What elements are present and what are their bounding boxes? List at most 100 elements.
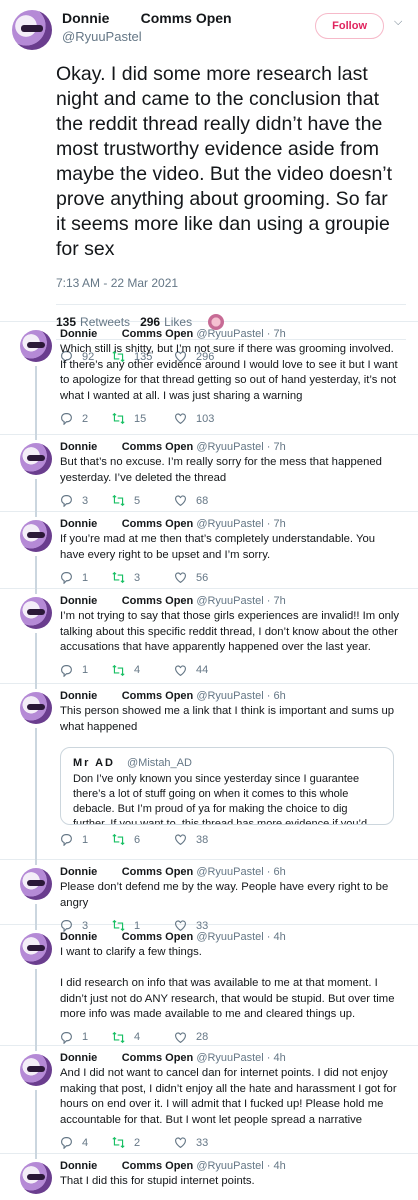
reply-text: That I did this for stupid internet poin… — [60, 1175, 255, 1187]
reply-icon — [61, 413, 72, 425]
reply-actions: 1 4 44 — [60, 664, 406, 677]
like-button[interactable]: 56 — [174, 571, 226, 584]
reply-button[interactable]: 1 — [60, 833, 112, 846]
reply-tweet: Donnie Comms Open @RyuuPastel · 4h That … — [0, 1154, 418, 1200]
avatar[interactable] — [20, 933, 52, 965]
avatar[interactable] — [20, 1054, 52, 1086]
like-button[interactable]: 33 — [174, 1136, 226, 1149]
main-tweet: Donnie Comms Open @RyuuPastel Follow ⌵ O… — [0, 0, 418, 363]
avatar[interactable] — [20, 443, 52, 475]
avatar[interactable] — [12, 10, 52, 50]
author-name[interactable]: Donnie Comms Open — [62, 10, 315, 26]
reply-button[interactable]: 1 — [60, 1031, 112, 1044]
retweet-button[interactable]: 6 — [112, 833, 174, 846]
like-button[interactable]: 44 — [174, 664, 226, 677]
heart-icon — [175, 664, 186, 676]
tweet-text: Okay. I did some more research last nigh… — [56, 63, 393, 260]
reply-tweet: Donnie Comms Open @RyuuPastel · 7h Which… — [0, 322, 418, 440]
reply-text: And I did not want to cancel dan for int… — [60, 1067, 400, 1126]
reply-header: Donnie Comms Open @RyuuPastel · 7h — [60, 441, 286, 453]
reply-text: But that’s no excuse. I’m really sorry f… — [60, 456, 386, 484]
reply-header: Donnie Comms Open @RyuuPastel · 4h — [60, 931, 286, 943]
reply-header: Donnie Comms Open @RyuuPastel · 7h — [60, 595, 286, 607]
retweet-icon — [112, 1136, 125, 1149]
reply-icon — [61, 1137, 72, 1149]
heart-icon — [175, 1137, 186, 1149]
reply-tweet: Donnie Comms Open @RyuuPastel · 6h This … — [0, 684, 418, 865]
reply-icon — [61, 572, 72, 584]
reply-actions: 3 5 68 — [60, 494, 406, 507]
reply-icon — [61, 834, 72, 846]
reply-button[interactable]: 2 — [60, 412, 112, 425]
reply-text: If you’re mad at me then that’s complete… — [60, 533, 379, 561]
retweet-button[interactable]: 5 — [112, 494, 174, 507]
thread-line — [35, 969, 37, 1051]
thread-line — [35, 728, 37, 865]
like-button[interactable]: 68 — [174, 494, 226, 507]
retweet-button[interactable]: 2 — [112, 1136, 174, 1149]
reply-header: Donnie Comms Open @RyuuPastel · 7h — [60, 518, 286, 530]
avatar[interactable] — [20, 868, 52, 900]
quoted-tweet[interactable]: Mr AD @Mistah_AD Don I’ve only known you … — [60, 747, 394, 825]
reply-tweet: Donnie Comms Open @RyuuPastel · 7h If yo… — [0, 512, 418, 594]
thread-line — [35, 633, 37, 689]
reply-text: Please don’t defend me by the way. Peopl… — [60, 881, 392, 909]
reply-text: I’m not trying to say that those girls e… — [60, 610, 403, 653]
reply-tweet: Donnie Comms Open @RyuuPastel · 4h And I… — [0, 1046, 418, 1159]
reply-button[interactable]: 3 — [60, 494, 112, 507]
reply-header: Donnie Comms Open @RyuuPastel · 6h — [60, 690, 286, 702]
reply-header: Donnie Comms Open @RyuuPastel · 6h — [60, 866, 286, 878]
tweet-timestamp[interactable]: 7:13 AM - 22 Mar 2021 — [56, 276, 406, 290]
reply-header: Donnie Comms Open @RyuuPastel · 4h — [60, 1160, 286, 1172]
like-button[interactable]: 28 — [174, 1031, 226, 1044]
reply-icon — [61, 495, 72, 507]
reply-button[interactable]: 1 — [60, 571, 112, 584]
reply-actions: 2 15 103 — [60, 412, 406, 425]
avatar[interactable] — [20, 1162, 52, 1194]
reply-tweet: Donnie Comms Open @RyuuPastel · 7h But t… — [0, 435, 418, 517]
reply-icon — [61, 664, 72, 677]
heart-icon — [175, 572, 186, 584]
retweet-button[interactable]: 4 — [112, 664, 174, 677]
quoted-text: Don I’ve only known you since yesterday … — [73, 773, 368, 825]
reply-actions: 1 4 28 — [60, 1031, 406, 1044]
heart-icon — [175, 1031, 186, 1043]
reply-actions: 1 6 38 — [60, 833, 406, 846]
heart-icon — [175, 834, 186, 846]
avatar[interactable] — [20, 330, 52, 362]
reply-actions: 4 2 33 — [60, 1136, 406, 1149]
author-handle[interactable]: @RyuuPastel — [62, 29, 315, 44]
retweet-button[interactable]: 3 — [112, 571, 174, 584]
reply-text: Which still is shitty, but I’m not sure … — [60, 343, 401, 402]
reply-button[interactable]: 1 — [60, 664, 112, 677]
avatar[interactable] — [20, 692, 52, 724]
retweet-icon — [112, 494, 125, 507]
reply-header: Donnie Comms Open @RyuuPastel · 7h — [60, 328, 286, 340]
avatar[interactable] — [20, 520, 52, 552]
retweet-icon — [112, 571, 125, 584]
reply-tweet: Donnie Comms Open @RyuuPastel · 6h Pleas… — [0, 860, 418, 932]
retweet-button[interactable]: 4 — [112, 1031, 174, 1044]
avatar[interactable] — [20, 597, 52, 629]
heart-icon — [175, 413, 186, 425]
retweet-icon — [112, 412, 125, 425]
retweet-icon — [112, 1031, 125, 1043]
heart-icon — [175, 495, 186, 507]
like-button[interactable]: 38 — [174, 833, 226, 846]
retweet-button[interactable]: 15 — [112, 412, 174, 425]
reply-text: I want to clarify a few things. I did re… — [60, 946, 395, 1020]
thread-line — [35, 1090, 37, 1159]
reply-header: Donnie Comms Open @RyuuPastel · 4h — [60, 1052, 286, 1064]
retweet-icon — [112, 833, 125, 846]
reply-tweet: Donnie Comms Open @RyuuPastel · 7h I’m n… — [0, 589, 418, 689]
reply-icon — [61, 1031, 72, 1044]
retweet-icon — [112, 664, 125, 676]
reply-button[interactable]: 4 — [60, 1136, 112, 1149]
like-button[interactable]: 103 — [174, 412, 226, 425]
reply-tweet: Donnie Comms Open @RyuuPastel · 4h I wan… — [0, 925, 418, 1051]
reply-actions: 1 3 56 — [60, 571, 406, 584]
chevron-down-icon[interactable]: ⌵ — [394, 16, 406, 29]
follow-button[interactable]: Follow — [315, 13, 384, 39]
reply-text: This person showed me a link that I thin… — [60, 705, 398, 733]
quoted-header: Mr AD @Mistah_AD — [73, 757, 192, 769]
